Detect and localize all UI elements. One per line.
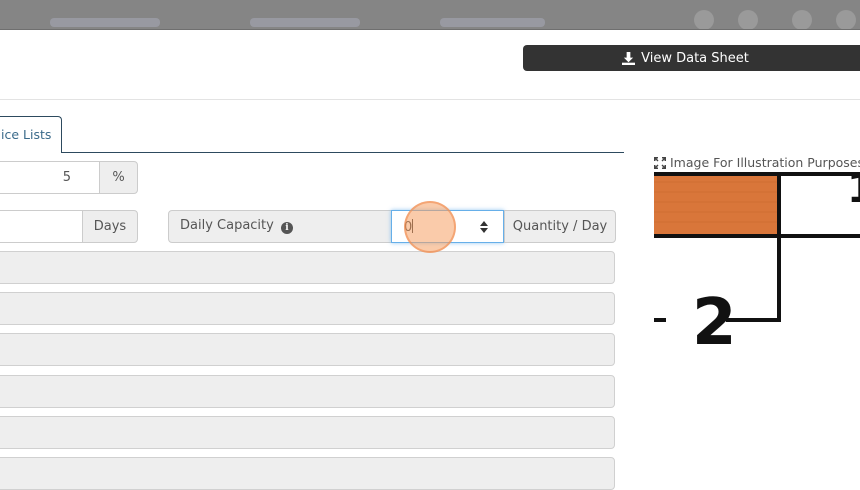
percent-unit: % [112,170,125,185]
illustration-number-2: 2 [692,286,737,352]
form-row-placeholder[interactable] [0,333,615,366]
cart-icon[interactable] [792,10,812,29]
user-icon[interactable] [738,10,758,29]
image-caption: Image For Illustration Purposes O [654,155,860,170]
days-input[interactable] [0,210,83,243]
daily-capacity-unit: Quantity / Day [512,219,608,234]
home-icon[interactable] [694,10,714,29]
illustration-number-1: 1 [847,172,860,212]
quantity-per-day-addon: Quantity / Day [504,210,616,243]
form-row-placeholder[interactable] [0,375,615,408]
percent-value: 5 [62,170,71,185]
page-header: View Data Sheet [0,30,860,100]
blurred-nav-link[interactable] [250,18,360,27]
info-icon[interactable]: i [280,222,293,234]
blurred-nav-link[interactable] [440,18,545,27]
percent-input[interactable]: 5 [0,161,100,194]
view-datasheet-label: View Data Sheet [641,50,749,66]
expand-icon[interactable] [654,156,666,169]
days-addon: Days [82,210,138,243]
click-indicator [404,201,456,253]
product-illustration: 2 1 [654,172,860,352]
percent-addon: % [99,161,138,194]
tab-price-lists[interactable]: ice Lists [0,116,62,153]
tab-divider [0,152,624,153]
menu-icon[interactable] [836,10,856,29]
daily-capacity-label-box: Daily Capacity i [168,210,392,243]
view-datasheet-button[interactable]: View Data Sheet [523,45,860,71]
form-row-placeholder[interactable] [0,416,615,449]
daily-capacity-label: Daily Capacity [180,218,274,233]
form-row-placeholder[interactable] [0,457,615,490]
days-unit: Days [93,219,127,234]
image-caption-text: Image For Illustration Purposes O [670,155,860,170]
tab-price-lists-label: ice Lists [1,127,52,142]
form-row-placeholder[interactable] [0,251,615,284]
top-navigation-bar [0,0,860,30]
download-icon [622,51,636,65]
form-row-placeholder[interactable] [0,292,615,325]
blurred-nav-link[interactable] [50,18,160,27]
number-spinner-icon[interactable] [479,220,489,234]
